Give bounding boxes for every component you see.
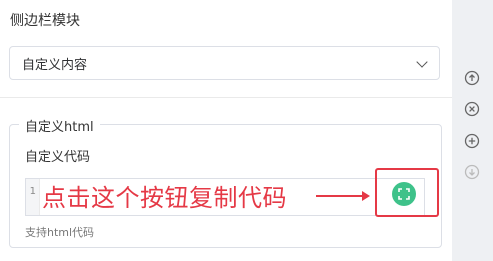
code-label: 自定义代码 — [25, 150, 91, 165]
module-panel: 侧边栏模块 自定义内容 自定义html 自定义代码 1 点击这个按钮复制代码 支… — [0, 0, 452, 261]
divider — [0, 97, 452, 98]
arrow-up-circle-icon[interactable] — [464, 70, 480, 86]
arrow-down-circle-icon — [464, 164, 480, 180]
annotation-arrow-icon — [316, 191, 370, 201]
content-type-select[interactable]: 自定义内容 — [9, 46, 440, 80]
close-circle-icon[interactable] — [464, 101, 480, 117]
plus-circle-icon[interactable] — [464, 133, 480, 149]
section-title: 侧边栏模块 — [10, 13, 80, 29]
line-number: 1 — [26, 179, 40, 215]
hint-text: 支持html代码 — [25, 226, 95, 239]
chevron-down-icon — [417, 58, 427, 68]
fieldset-legend: 自定义html — [19, 116, 100, 135]
annotation-text: 点击这个按钮复制代码 — [42, 184, 287, 212]
side-toolbar — [452, 0, 493, 261]
select-value: 自定义内容 — [22, 57, 88, 73]
fullscreen-button[interactable] — [392, 182, 416, 206]
sidebar-module-editor: 侧边栏模块 自定义内容 自定义html 自定义代码 1 点击这个按钮复制代码 支… — [0, 0, 493, 261]
expand-icon — [398, 188, 410, 200]
